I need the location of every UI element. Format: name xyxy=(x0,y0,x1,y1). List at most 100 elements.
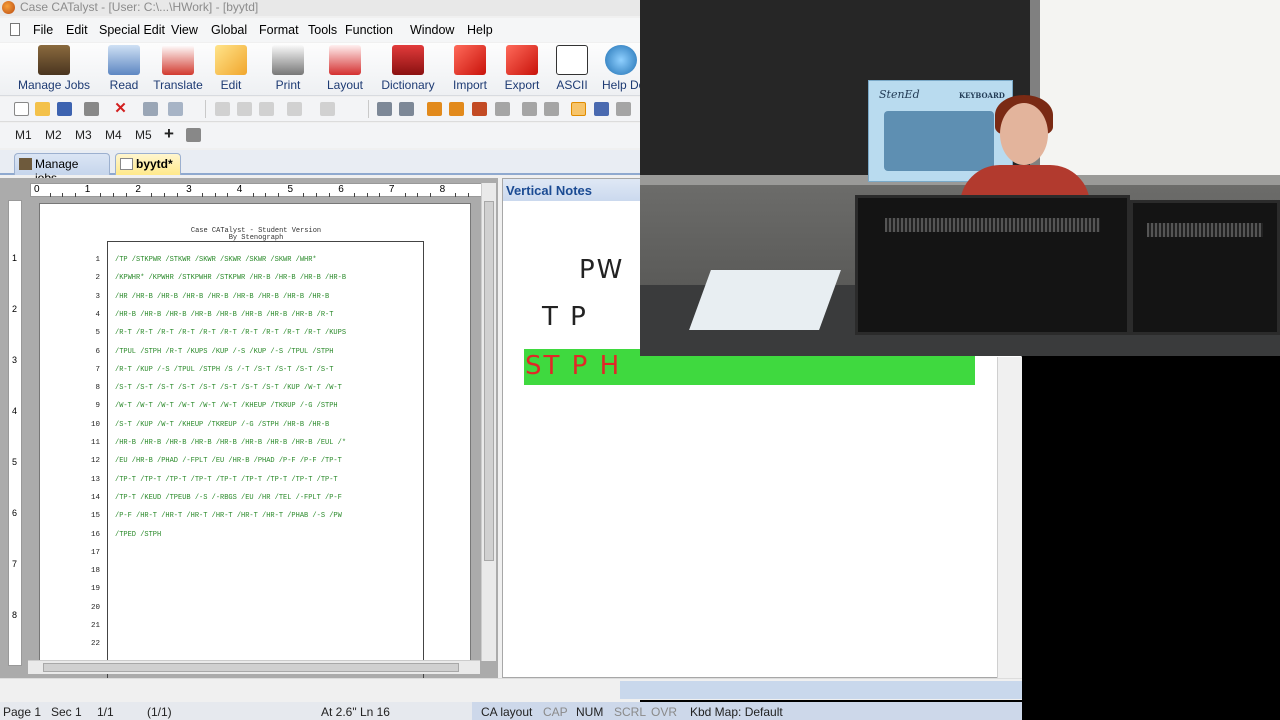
steno-text-line[interactable]: /TPUL /STPH /R-T /KUPS /KUP /-S /KUP /-S… xyxy=(115,348,333,356)
menu-window[interactable]: Window xyxy=(410,23,454,37)
steno-text-line[interactable]: /TP-T /KEUD /TPEUB /-S /-RBGS /EU /HR /T… xyxy=(115,494,342,502)
audio-icon[interactable] xyxy=(399,102,414,116)
link-icon[interactable] xyxy=(522,102,537,116)
translate-label: Translate xyxy=(153,78,203,92)
steno-text-line[interactable]: /S-T /KUP /W-T /KHEUP /TKREUP /-G /STPH … xyxy=(115,421,329,429)
translate-button[interactable]: Translate xyxy=(152,45,204,95)
ruler-tick xyxy=(100,193,102,197)
ruler-tick xyxy=(125,193,127,197)
print-icon[interactable] xyxy=(84,102,99,116)
ruler-tick xyxy=(214,193,216,197)
menu-view[interactable]: View xyxy=(171,23,198,37)
undo-icon[interactable] xyxy=(287,102,302,116)
new-file-icon[interactable] xyxy=(14,102,29,116)
macro-m4-button[interactable]: M4 xyxy=(105,128,122,142)
read-button[interactable]: Read xyxy=(106,45,142,95)
instructor-head xyxy=(1000,103,1048,165)
menu-function[interactable]: Function xyxy=(345,23,393,37)
document-page[interactable]: Case CATalyst - Student Version By Steno… xyxy=(39,203,471,681)
menu-file[interactable]: File xyxy=(33,23,53,37)
scroll-thumb[interactable] xyxy=(43,663,459,672)
highlight-icon[interactable] xyxy=(571,102,586,116)
steno-text-line[interactable]: /R-T /KUP /-S /TPUL /STPH /S /-T /S-T /S… xyxy=(115,366,333,374)
vruler-number: 1 xyxy=(12,253,18,263)
vertical-scrollbar[interactable] xyxy=(481,183,496,661)
help-desk-label: Help De xyxy=(602,78,640,92)
menu-help[interactable]: Help xyxy=(467,23,493,37)
menu-special-edit[interactable]: Special Edit xyxy=(99,23,165,37)
tab-byytd[interactable]: byytd* xyxy=(115,153,181,175)
help-desk-button[interactable]: Help De xyxy=(602,45,640,95)
export-button[interactable]: Export xyxy=(503,45,541,95)
line-number: 9 xyxy=(95,402,100,411)
add-macro-icon[interactable]: + xyxy=(164,124,174,144)
menu-format[interactable]: Format xyxy=(259,23,299,37)
app-logo-icon xyxy=(2,1,15,14)
menu-edit[interactable]: Edit xyxy=(66,23,88,37)
steno-text-line[interactable]: /S-T /S-T /S-T /S-T /S-T /S-T /S-T /S-T … xyxy=(115,384,342,392)
refresh-icon[interactable] xyxy=(495,102,510,116)
ruler-tick xyxy=(328,193,330,197)
steno-text-line[interactable]: /HR-B /HR-B /HR-B /HR-B /HR-B /HR-B /HR-… xyxy=(115,311,333,319)
macro-m1-button[interactable]: M1 xyxy=(15,128,32,142)
dictionary-label: Dictionary xyxy=(381,78,435,92)
document-tabs: Manage jobs byytd* xyxy=(0,150,640,185)
ruler-number: 3 xyxy=(186,184,192,195)
horizontal-ruler[interactable]: 0 1 2 3 4 5 6 7 8 xyxy=(30,183,494,197)
pencil-icon xyxy=(215,45,247,75)
tab-manage-jobs[interactable]: Manage jobs xyxy=(14,153,110,185)
status-kbd-map: Kbd Map: Default xyxy=(690,705,783,719)
macro-m5-button[interactable]: M5 xyxy=(135,128,152,142)
macro-settings-icon[interactable] xyxy=(186,128,201,142)
ascii-button[interactable]: ASCII xyxy=(555,45,589,95)
macro3-icon[interactable] xyxy=(472,102,487,116)
find-icon[interactable] xyxy=(143,102,158,116)
menu-global[interactable]: Global xyxy=(211,23,247,37)
read-label: Read xyxy=(109,78,139,92)
steno-text-line[interactable]: /HR-B /HR-B /HR-B /HR-B /HR-B /HR-B /HR-… xyxy=(115,439,346,447)
ascii-label: ASCII xyxy=(556,78,588,92)
steno-text-line[interactable]: /EU /HR-B /PHAD /-FPLT /EU /HR-B /PHAD /… xyxy=(115,457,342,465)
steno-text-line[interactable]: /R-T /R-T /R-T /R-T /R-T /R-T /R-T /R-T … xyxy=(115,329,346,337)
menu-bar: File Edit Special Edit View Global Forma… xyxy=(0,18,640,42)
open-folder-icon[interactable] xyxy=(35,102,50,116)
macro-icon[interactable] xyxy=(427,102,442,116)
print-button[interactable]: Print xyxy=(271,45,305,95)
unlink-icon[interactable] xyxy=(544,102,559,116)
macro2-icon[interactable] xyxy=(449,102,464,116)
steno-icon[interactable] xyxy=(377,102,392,116)
steno-text-line[interactable]: /TP-T /TP-T /TP-T /TP-T /TP-T /TP-T /TP-… xyxy=(115,476,338,484)
menu-tools[interactable]: Tools xyxy=(308,23,337,37)
macro-m3-button[interactable]: M3 xyxy=(75,128,92,142)
page-icon[interactable] xyxy=(616,102,631,116)
steno-text-line[interactable]: /W-T /W-T /W-T /W-T /W-T /W-T /KHEUP /TK… xyxy=(115,402,338,410)
manage-jobs-button[interactable]: Manage Jobs xyxy=(18,45,90,95)
close-icon[interactable]: ✕ xyxy=(113,101,128,116)
line-number: 15 xyxy=(90,512,100,521)
dictionary-button[interactable]: Dictionary xyxy=(380,45,436,95)
vertical-ruler[interactable]: 1 2 3 4 5 6 7 8 xyxy=(8,200,22,666)
steno-text-line[interactable]: /TPED /STPH xyxy=(115,531,161,539)
replace-icon[interactable] xyxy=(594,102,609,116)
horizontal-scrollbar[interactable] xyxy=(28,660,480,674)
status-cursor-location: At 2.6" Ln 16 xyxy=(321,705,390,719)
steno-text-line[interactable]: /P-F /HR-T /HR-T /HR-T /HR-T /HR-T /HR-T… xyxy=(115,512,342,520)
edit-button[interactable]: Edit xyxy=(215,45,247,95)
import-button[interactable]: Import xyxy=(451,45,489,95)
computer-monitor xyxy=(1130,200,1280,335)
steno-text-line[interactable]: /HR /HR-B /HR-B /HR-B /HR-B /HR-B /HR-B … xyxy=(115,293,329,301)
save-icon[interactable] xyxy=(57,102,72,116)
paste-icon[interactable] xyxy=(259,102,274,116)
cut-icon[interactable] xyxy=(215,102,230,116)
scroll-thumb[interactable] xyxy=(484,201,494,561)
steno-text-line[interactable]: /TP /STKPWR /STKWR /SKWR /SKWR /SKWR /SK… xyxy=(115,256,317,264)
ruler-tick xyxy=(468,193,469,197)
zoom-icon[interactable] xyxy=(168,102,183,116)
document-icon[interactable] xyxy=(10,23,20,36)
layout-button[interactable]: Layout xyxy=(325,45,365,95)
redo-icon[interactable] xyxy=(320,102,335,116)
copy-icon[interactable] xyxy=(237,102,252,116)
ruler-tick xyxy=(49,193,51,197)
macro-m2-button[interactable]: M2 xyxy=(45,128,62,142)
steno-text-line[interactable]: /KPWHR* /KPWHR /STKPWHR /STKPWR /HR-B /H… xyxy=(115,274,346,282)
